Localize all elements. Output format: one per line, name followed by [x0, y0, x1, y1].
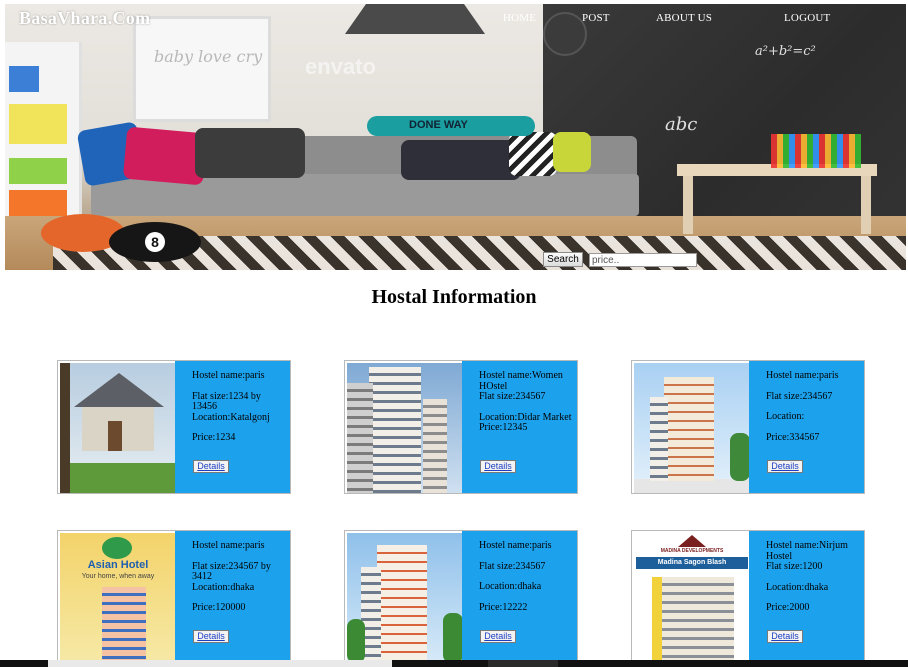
- details-button[interactable]: Details: [480, 630, 516, 643]
- skateboard-text: DONE WAY: [409, 119, 468, 131]
- price: Price:12345: [479, 422, 528, 433]
- details-button[interactable]: Details: [193, 630, 229, 643]
- flat-size: Flat size:234567: [766, 390, 833, 402]
- hostel-name: Hostel name:Nirjum Hostel: [766, 540, 848, 562]
- clock-icon: [543, 12, 587, 56]
- location: Location:Katalgonj: [192, 411, 270, 423]
- hostel-name: Hostel name:Women HOstel: [479, 370, 563, 392]
- pillow: [401, 140, 521, 180]
- nav-post[interactable]: POST: [582, 12, 610, 24]
- hostel-info-panel: Hostel name:paris Flat size:1234 by 1345…: [175, 361, 290, 493]
- tower-icon: [634, 363, 749, 493]
- tower-icon: [347, 363, 462, 493]
- chalk-text-equation: a²+b²=c²: [755, 44, 816, 59]
- flat-size: Flat size:1234 by 13456: [192, 390, 261, 412]
- location: Location:dhaka: [766, 581, 829, 593]
- location: Location:dhaka: [479, 581, 542, 592]
- price: Price:120000: [192, 602, 246, 613]
- hostel-name: Hostel name:paris: [192, 370, 265, 381]
- site-logo[interactable]: BasaVhara.Com: [19, 8, 150, 29]
- abacus-icon: [771, 134, 861, 168]
- eight-ball-icon: 8: [109, 222, 201, 262]
- section-title: Hostal Information: [371, 286, 537, 308]
- location: Location:: [766, 411, 805, 422]
- hostel-info-panel: Hostel name:paris Flat size:234567 Locat…: [749, 361, 864, 493]
- chalk-text-abc: abc: [665, 114, 698, 135]
- eight-ball-number: 8: [145, 232, 165, 252]
- flat-size: Flat size:234567 by 3412: [192, 560, 271, 582]
- details-button[interactable]: Details: [767, 630, 803, 643]
- nav-logout[interactable]: LOGOUT: [784, 12, 830, 24]
- price: Price:1234: [192, 432, 236, 443]
- table-leg: [683, 176, 693, 234]
- hostel-info-panel: Hostel name:Nirjum Hostel Flat size:1200…: [749, 531, 864, 663]
- details-button[interactable]: Details: [193, 460, 229, 473]
- toy-shelf: [5, 42, 82, 238]
- poster-title: Asian Hotel: [87, 559, 149, 571]
- pillow: [553, 132, 591, 172]
- watermark-text: envato: [305, 54, 376, 79]
- details-button[interactable]: Details: [767, 460, 803, 473]
- hostel-name: Hostel name:paris: [192, 540, 265, 551]
- frame-text: baby love cry: [154, 47, 263, 66]
- details-button[interactable]: Details: [480, 460, 516, 473]
- tower-icon: [347, 533, 462, 663]
- flat-size: Flat size:234567: [479, 391, 546, 402]
- hero-banner: abc a²+b²=c² baby love cry envato DONE W…: [5, 4, 906, 270]
- hotel-poster-icon: Asian Hotel Your home, when away: [60, 533, 175, 663]
- hostel-card: Hostel name:paris Flat size:234567 Locat…: [631, 360, 865, 494]
- table-leg: [861, 176, 871, 234]
- hostel-card: Hostel name:paris Flat size:234567 Locat…: [344, 530, 578, 664]
- flat-size: Flat size:1200: [766, 561, 823, 572]
- price: Price:2000: [766, 602, 810, 613]
- price: Price:12222: [479, 601, 528, 613]
- hostel-card: MADINA DEVELOPMENTS Madina Sagon Blash H…: [631, 530, 865, 664]
- hostel-card: Asian Hotel Your home, when away Hostel …: [57, 530, 291, 664]
- hostel-name: Hostel name:paris: [766, 370, 839, 381]
- poster-tagline: Your home, when away: [81, 573, 155, 580]
- development-poster-icon: MADINA DEVELOPMENTS Madina Sagon Blash: [634, 533, 749, 663]
- skateboard-icon: DONE WAY: [367, 116, 535, 136]
- pillow: [509, 132, 557, 176]
- house-icon: [60, 363, 175, 493]
- poster-brand: MADINA DEVELOPMENTS: [660, 548, 724, 554]
- hostel-info-panel: Hostel name:paris Flat size:234567 by 34…: [175, 531, 290, 663]
- pillow: [195, 128, 305, 178]
- bottom-strip: [0, 660, 908, 667]
- price-search-input[interactable]: [589, 253, 697, 267]
- lamp-icon: [345, 4, 485, 34]
- nav-home[interactable]: HOME: [503, 12, 536, 24]
- poster-title: Madina Sagon Blash: [657, 559, 727, 566]
- hostel-info-panel: Hostel name:Women HOstel Flat size:23456…: [462, 361, 577, 493]
- wall-frame: baby love cry: [133, 16, 271, 122]
- price: Price:334567: [766, 431, 820, 443]
- nav-about-us[interactable]: ABOUT US: [656, 12, 712, 24]
- flat-size: Flat size:234567: [479, 560, 546, 572]
- hostel-card: Hostel name:Women HOstel Flat size:23456…: [344, 360, 578, 494]
- hostel-card: Hostel name:paris Flat size:1234 by 1345…: [57, 360, 291, 494]
- hostel-name: Hostel name:paris: [479, 540, 552, 551]
- hostel-info-panel: Hostel name:paris Flat size:234567 Locat…: [462, 531, 577, 663]
- search-button[interactable]: Search: [543, 252, 583, 267]
- location: Location:dhaka: [192, 581, 255, 593]
